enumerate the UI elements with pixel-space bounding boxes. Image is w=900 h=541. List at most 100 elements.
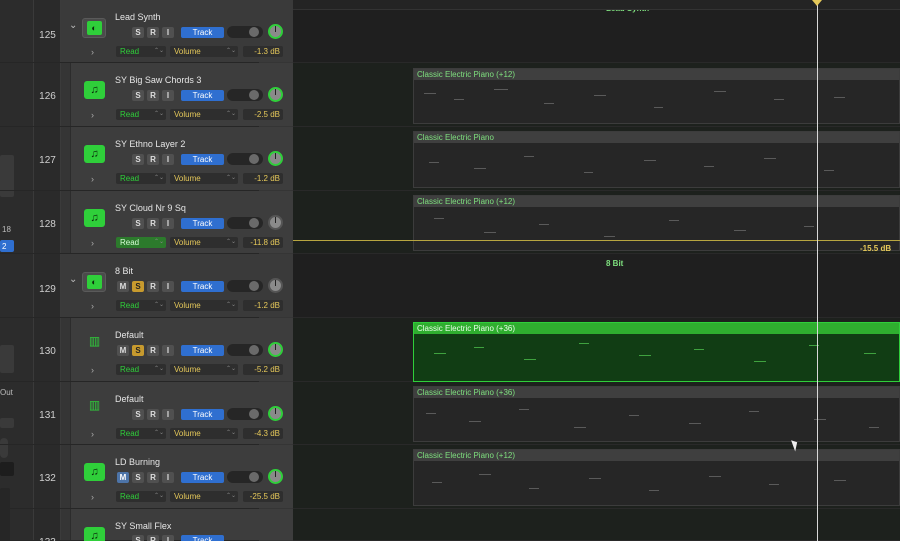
record-enable-button[interactable]: R [147,472,159,483]
automation-parameter-select[interactable]: Volume [170,237,238,248]
input-monitor-button[interactable]: I [162,281,174,292]
midi-region[interactable]: Classic Electric Piano [413,131,900,188]
automation-mode-select[interactable]: Read [116,364,166,375]
playhead-marker[interactable] [812,0,822,6]
track-name[interactable]: Default [115,394,144,404]
track-on-off-toggle[interactable] [227,471,263,483]
automation-value[interactable]: -1.2 dB [243,300,283,311]
solo-button[interactable]: S [132,218,144,229]
expand-automation-icon[interactable]: › [91,174,94,184]
track-header-133[interactable]: 133 ♫ SY Small Flex SRI Track [0,509,293,541]
solo-button[interactable]: S [132,281,144,292]
track-automation-button[interactable]: Track [181,281,224,292]
automation-mode-select[interactable]: Read [116,300,166,311]
expand-automation-icon[interactable]: › [91,301,94,311]
input-monitor-button[interactable]: I [162,535,174,541]
automation-parameter-select[interactable]: Volume [170,428,238,439]
solo-button[interactable]: S [132,154,144,165]
mute-button-empty[interactable] [117,27,129,38]
input-monitor-button[interactable]: I [162,27,174,38]
volume-automation-line[interactable] [293,240,900,241]
track-name[interactable]: SY Ethno Layer 2 [115,139,185,149]
track-on-off-toggle[interactable] [227,153,263,165]
pan-knob[interactable] [268,151,283,166]
record-enable-button[interactable]: R [147,345,159,356]
input-monitor-button[interactable]: I [162,218,174,229]
expand-automation-icon[interactable]: › [91,238,94,248]
track-on-off-toggle[interactable] [227,280,263,292]
mute-button-empty[interactable] [117,154,129,165]
track-name[interactable]: LD Burning [115,457,160,467]
automation-mode-select[interactable]: Read [116,173,166,184]
track-name[interactable]: SY Big Saw Chords 3 [115,75,201,85]
mute-button-empty[interactable] [117,535,129,541]
expand-automation-icon[interactable]: › [91,365,94,375]
record-enable-button[interactable]: R [147,27,159,38]
track-on-off-toggle[interactable] [227,26,263,38]
automation-value[interactable]: -1.2 dB [243,173,283,184]
track-on-off-toggle[interactable] [227,344,263,356]
track-automation-button[interactable]: Track [181,409,224,420]
track-on-off-toggle[interactable] [227,408,263,420]
automation-value[interactable]: -2.5 dB [243,109,283,120]
midi-region[interactable]: Classic Electric Piano (+36) [413,386,900,442]
record-enable-button[interactable]: R [147,218,159,229]
record-enable-button[interactable]: R [147,154,159,165]
track-name[interactable]: Lead Synth [115,12,161,22]
track-name[interactable]: SY Cloud Nr 9 Sq [115,203,186,213]
track-on-off-toggle[interactable] [227,89,263,101]
automation-mode-select[interactable]: Read [116,46,166,57]
mute-button[interactable]: M [117,345,129,356]
track-name[interactable]: SY Small Flex [115,521,171,531]
track-automation-button[interactable]: Track [181,154,224,165]
track-header-132[interactable]: 132 ♫ LD Burning MSRI Track › Read Volume -25.5 … [0,445,293,509]
input-monitor-button[interactable]: I [162,472,174,483]
automation-mode-select[interactable]: Read [116,491,166,502]
record-enable-button[interactable]: R [147,535,159,541]
pan-knob[interactable] [268,87,283,102]
automation-mode-select[interactable]: Read [116,237,166,248]
pan-knob[interactable] [268,342,283,357]
timeline-ruler[interactable] [293,0,900,10]
mute-button-empty[interactable] [117,409,129,420]
tracks-area[interactable]: Lead Synth Classic Electric Piano (+12) … [293,0,900,541]
track-automation-button[interactable]: Track [181,218,224,229]
input-monitor-button[interactable]: I [162,345,174,356]
track-name[interactable]: 8 Bit [115,266,133,276]
mute-button[interactable]: M [117,472,129,483]
automation-value[interactable]: -25.5 dB [243,491,283,502]
pan-knob[interactable] [268,469,283,484]
automation-value[interactable]: -1.3 dB [243,46,283,57]
solo-button[interactable]: S [132,345,144,356]
track-name[interactable]: Default [115,330,144,340]
track-header-126[interactable]: 126 ♫ SY Big Saw Chords 3 SRI Track › Read Volu… [0,63,293,127]
pan-knob[interactable] [268,406,283,421]
expand-automation-icon[interactable]: › [91,47,94,57]
expand-automation-icon[interactable]: › [91,110,94,120]
expand-automation-icon[interactable]: › [91,429,94,439]
folder-disclosure-icon[interactable]: ⌄ [69,274,77,285]
track-header-129[interactable]: 129 ⌄ ◐ 8 Bit MSRI Track › Read Volume -1.2 dB [0,254,293,318]
track-automation-button[interactable]: Track [181,535,224,541]
input-monitor-button[interactable]: I [162,409,174,420]
midi-region-selected[interactable]: Classic Electric Piano (+36) [413,322,900,382]
automation-mode-select[interactable]: Read [116,428,166,439]
track-header-131[interactable]: 131 ▥ Default SRI Track › Read Volume -4.3 dB [0,382,293,445]
automation-parameter-select[interactable]: Volume [170,109,238,120]
playhead[interactable] [817,0,818,541]
solo-button[interactable]: S [132,472,144,483]
automation-parameter-select[interactable]: Volume [170,46,238,57]
automation-parameter-select[interactable]: Volume [170,300,238,311]
input-monitor-button[interactable]: I [162,90,174,101]
automation-mode-select[interactable]: Read [116,109,166,120]
solo-button[interactable]: S [132,90,144,101]
solo-button[interactable]: S [132,409,144,420]
mute-button[interactable]: M [117,281,129,292]
track-automation-button[interactable]: Track [181,472,224,483]
track-header-128[interactable]: 128 ♫ SY Cloud Nr 9 Sq SRI Track › Read Volume-… [0,191,293,254]
record-enable-button[interactable]: R [147,281,159,292]
automation-parameter-select[interactable]: Volume [170,173,238,184]
automation-value[interactable]: -11.8 dB [243,237,283,248]
input-monitor-button[interactable]: I [162,154,174,165]
track-automation-button[interactable]: Track [181,345,224,356]
